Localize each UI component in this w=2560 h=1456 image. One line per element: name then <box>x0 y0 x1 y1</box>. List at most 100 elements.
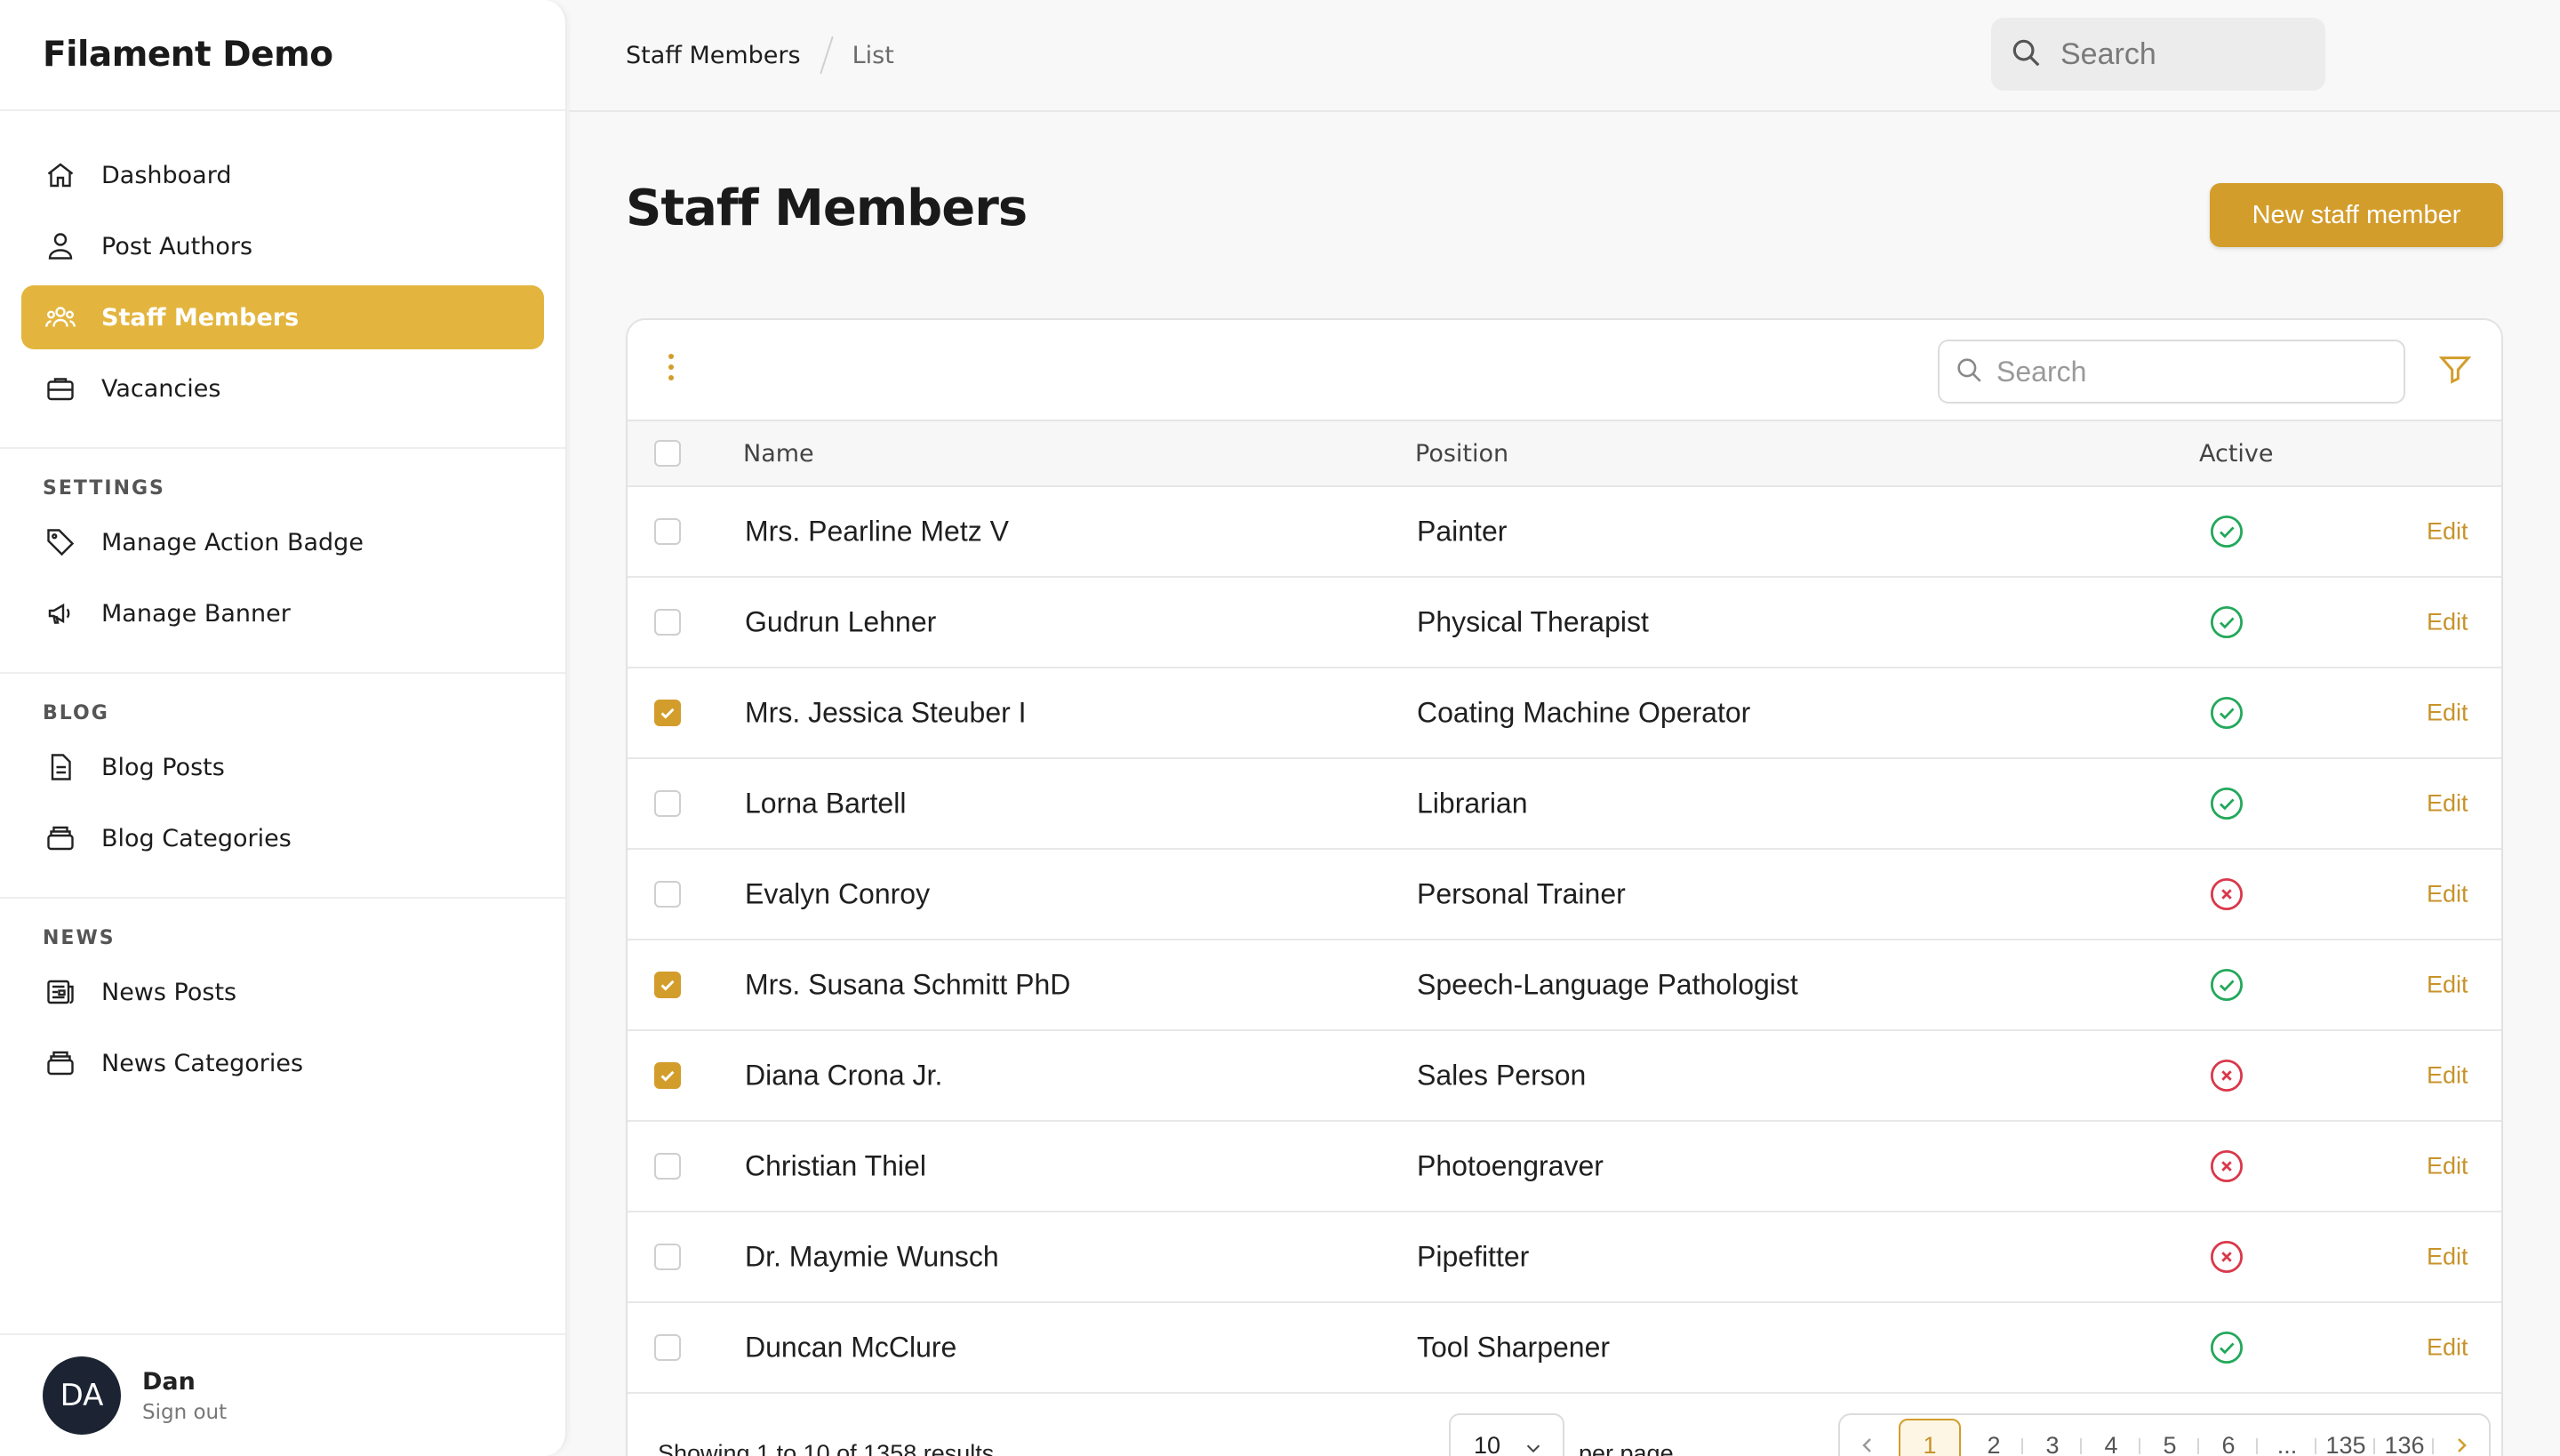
page-3-button[interactable]: 3 <box>2023 1419 2082 1456</box>
sidebar-item-blog-categories[interactable]: Blog Categories <box>21 806 544 870</box>
new-staff-member-button[interactable]: New staff member <box>2210 183 2503 247</box>
sidebar-item-manage-banner[interactable]: Manage Banner <box>21 581 544 645</box>
page-5-button[interactable]: 5 <box>2140 1419 2199 1456</box>
table-search-input[interactable] <box>1996 355 2388 388</box>
cell-position: Sales Person <box>1417 1059 1587 1092</box>
row-checkbox[interactable] <box>654 609 681 636</box>
page-4-button[interactable]: 4 <box>2082 1419 2140 1456</box>
column-active[interactable]: Active <box>2199 440 2274 468</box>
cell-position: Coating Machine Operator <box>1417 696 1751 729</box>
table-search[interactable] <box>1938 340 2405 404</box>
table-row[interactable]: Gudrun Lehner Physical Therapist Edit <box>628 578 2501 668</box>
edit-link[interactable]: Edit <box>2427 881 2468 908</box>
avatar[interactable]: DA <box>43 1356 121 1435</box>
column-position[interactable]: Position <box>1415 440 1508 468</box>
breadcrumb: Staff Members List <box>626 0 894 110</box>
sidebar-item-manage-action-badge[interactable]: Manage Action Badge <box>21 510 544 574</box>
page-135-button[interactable]: 135 <box>2316 1419 2375 1456</box>
nav-group-title: NEWS <box>43 927 116 949</box>
user-group-icon <box>43 300 78 335</box>
sidebar-item-news-posts[interactable]: News Posts <box>21 960 544 1024</box>
table-toolbar <box>628 320 2501 421</box>
topbar: Staff Members List <box>569 0 2560 112</box>
table-header: Name Position Active <box>628 421 2501 487</box>
page-6-button[interactable]: 6 <box>2199 1419 2258 1456</box>
cell-name: Diana Crona Jr. <box>745 1059 943 1092</box>
table-row[interactable]: Mrs. Jessica Steuber I Coating Machine Op… <box>628 668 2501 759</box>
select-all-checkbox[interactable] <box>654 440 681 467</box>
sidebar-item-label: Manage Action Badge <box>101 528 364 556</box>
cell-position: Pipefitter <box>1417 1240 1530 1273</box>
table-row[interactable]: Mrs. Susana Schmitt PhD Speech-Language P… <box>628 940 2501 1031</box>
edit-link[interactable]: Edit <box>2427 1153 2468 1180</box>
bulk-actions-icon[interactable] <box>667 354 676 386</box>
page-title: Staff Members <box>626 180 1028 237</box>
edit-link[interactable]: Edit <box>2427 1062 2468 1090</box>
cell-name: Mrs. Jessica Steuber I <box>745 696 1027 729</box>
row-checkbox[interactable] <box>654 1062 681 1089</box>
row-checkbox[interactable] <box>654 1244 681 1270</box>
row-checkbox[interactable] <box>654 972 681 998</box>
table-row[interactable]: Mrs. Pearline Metz V Painter Edit <box>628 487 2501 578</box>
cell-position: Photoengraver <box>1417 1149 1604 1182</box>
table-row[interactable]: Dr. Maymie Wunsch Pipefitter Edit <box>628 1212 2501 1303</box>
nav-main: Dashboard Post Authors Staff Members Vac… <box>0 111 565 449</box>
row-checkbox[interactable] <box>654 881 681 908</box>
nav-news: NEWS News Posts News Categories <box>0 899 565 1122</box>
cell-name: Gudrun Lehner <box>745 605 937 638</box>
table-row[interactable]: Christian Thiel Photoengraver Edit <box>628 1122 2501 1212</box>
briefcase-icon <box>43 371 78 406</box>
row-checkbox[interactable] <box>654 1334 681 1361</box>
global-search-input[interactable] <box>2060 36 2309 72</box>
page-136-button[interactable]: 136 <box>2375 1419 2434 1456</box>
rectangle-stack-icon <box>43 820 78 856</box>
edit-link[interactable]: Edit <box>2427 790 2468 818</box>
page-2-button[interactable]: 2 <box>1964 1419 2023 1456</box>
column-name[interactable]: Name <box>743 440 814 468</box>
row-checkbox[interactable] <box>654 790 681 817</box>
filter-icon[interactable] <box>2437 352 2475 389</box>
table-row[interactable]: Duncan McClure Tool Sharpener Edit <box>628 1303 2501 1394</box>
cell-position: Physical Therapist <box>1417 605 1649 638</box>
cell-position: Tool Sharpener <box>1417 1331 1611 1364</box>
nav-settings: SETTINGS Manage Action Badge Manage Bann… <box>0 449 565 674</box>
edit-link[interactable]: Edit <box>2427 1244 2468 1271</box>
sidebar-item-vacancies[interactable]: Vacancies <box>21 356 544 420</box>
edit-link[interactable]: Edit <box>2427 609 2468 636</box>
check-circle-icon <box>2208 1329 2245 1366</box>
results-summary: Showing 1 to 10 of 1358 results <box>658 1440 995 1456</box>
sidebar-item-news-categories[interactable]: News Categories <box>21 1031 544 1095</box>
rectangle-stack-icon <box>43 1045 78 1081</box>
edit-link[interactable]: Edit <box>2427 700 2468 727</box>
row-checkbox[interactable] <box>654 1153 681 1180</box>
nav-group-title: BLOG <box>43 702 109 724</box>
edit-link[interactable]: Edit <box>2427 518 2468 546</box>
x-circle-icon <box>2208 1148 2245 1185</box>
table-row[interactable]: Lorna Bartell Librarian Edit <box>628 759 2501 850</box>
cell-position: Painter <box>1417 515 1508 548</box>
sidebar-item-staff-members[interactable]: Staff Members <box>21 285 544 349</box>
page-1-button[interactable]: 1 <box>1899 1419 1961 1456</box>
per-page-select[interactable]: 10 <box>1449 1413 1564 1456</box>
sign-out-link[interactable]: Sign out <box>142 1401 227 1424</box>
sidebar-item-label: Staff Members <box>101 303 300 332</box>
breadcrumb-staff-members[interactable]: Staff Members <box>626 42 801 69</box>
edit-link[interactable]: Edit <box>2427 972 2468 999</box>
chevron-right-icon[interactable] <box>2434 1419 2489 1456</box>
global-search[interactable] <box>1991 18 2325 91</box>
user-menu[interactable]: DA Dan Sign out <box>0 1333 565 1456</box>
chevron-left-icon[interactable] <box>1840 1419 1895 1456</box>
row-checkbox[interactable] <box>654 700 681 726</box>
check-circle-icon <box>2208 966 2245 1004</box>
edit-link[interactable]: Edit <box>2427 1334 2468 1362</box>
table-row[interactable]: Evalyn Conroy Personal Trainer Edit <box>628 850 2501 940</box>
x-circle-icon <box>2208 1057 2245 1094</box>
row-checkbox[interactable] <box>654 518 681 545</box>
table-footer: Showing 1 to 10 of 1358 results 10 per p… <box>628 1394 2501 1456</box>
sidebar-item-blog-posts[interactable]: Blog Posts <box>21 735 544 799</box>
table-row[interactable]: Diana Crona Jr. Sales Person Edit <box>628 1031 2501 1122</box>
sidebar-item-post-authors[interactable]: Post Authors <box>21 214 544 278</box>
cell-name: Lorna Bartell <box>745 787 907 820</box>
pagination: 1 2 3 4 5 6... 135 136 <box>1838 1413 2491 1456</box>
sidebar-item-dashboard[interactable]: Dashboard <box>21 143 544 207</box>
